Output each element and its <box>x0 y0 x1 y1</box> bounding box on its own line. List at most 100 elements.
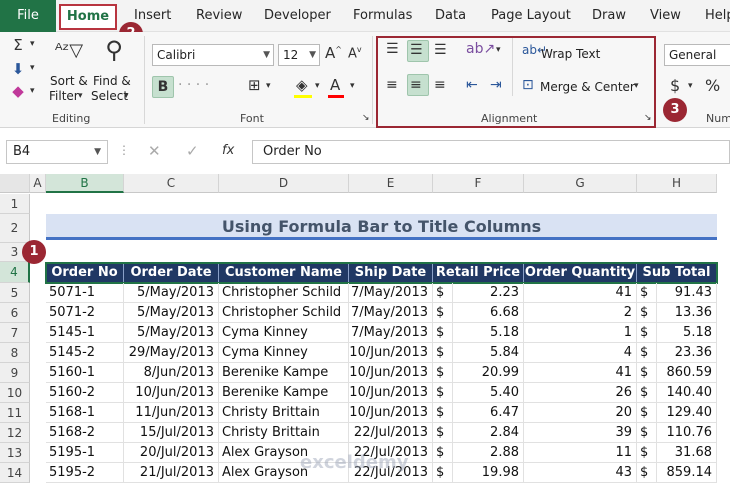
cell-order-date[interactable]: 5/May/2013 <box>124 323 219 343</box>
cell-sub-total[interactable]: 23.36 <box>657 343 717 363</box>
tab-help[interactable]: Help <box>705 0 730 32</box>
cell-retail-price[interactable]: 6.68 <box>453 303 524 323</box>
cell-sub-total[interactable]: 110.76 <box>657 423 717 443</box>
cell-ship-date[interactable]: 22/Jul/2013 <box>349 423 433 443</box>
cell-order-quantity[interactable]: 41 <box>524 363 637 383</box>
row-header-9[interactable]: 9 <box>0 363 30 383</box>
tab-review[interactable]: Review <box>196 0 242 32</box>
cell-retail-price[interactable]: 20.99 <box>453 363 524 383</box>
enter-check-icon[interactable]: ✓ <box>186 144 199 159</box>
column-header-d[interactable]: D <box>219 174 349 193</box>
sort-filter-icon[interactable]: ᴬᶻ▽ <box>52 42 86 60</box>
chevron-down-icon[interactable]: ▾ <box>266 82 271 91</box>
dialog-launcher-icon[interactable]: ↘ <box>362 114 370 123</box>
fill-icon[interactable]: ⬇ <box>8 62 28 77</box>
row-header-7[interactable]: 7 <box>0 323 30 343</box>
cell-order-date[interactable]: 11/Jun/2013 <box>124 403 219 423</box>
select-all-corner[interactable] <box>0 174 30 193</box>
column-header-c[interactable]: C <box>124 174 219 193</box>
tab-file[interactable]: File <box>0 0 56 32</box>
cell-order-quantity[interactable]: 20 <box>524 403 637 423</box>
cell-order-date[interactable]: 15/Jul/2013 <box>124 423 219 443</box>
row-header-1[interactable]: 1 <box>0 194 30 214</box>
font-color-icon[interactable]: A <box>330 78 340 93</box>
cell-order-no[interactable]: 5160-1 <box>46 363 124 383</box>
sheet-title[interactable]: Using Formula Bar to Title Columns <box>46 214 717 240</box>
autosum-icon[interactable]: Σ <box>8 38 28 53</box>
cell-retail-price-currency[interactable]: $ <box>433 383 453 403</box>
column-header-f[interactable]: F <box>433 174 524 193</box>
cell-retail-price-currency[interactable]: $ <box>433 303 453 323</box>
cell-retail-price[interactable]: 6.47 <box>453 403 524 423</box>
chevron-down-icon[interactable]: ▾ <box>350 82 355 91</box>
row-header-4[interactable]: 4 <box>0 262 30 283</box>
cell-customer-name[interactable]: Christy Brittain <box>219 403 349 423</box>
cell-sub-total-currency[interactable]: $ <box>637 323 657 343</box>
row-header-12[interactable]: 12 <box>0 423 30 443</box>
row-header-14[interactable]: 14 <box>0 463 30 483</box>
cell-order-no[interactable]: 5145-2 <box>46 343 124 363</box>
tab-draw[interactable]: Draw <box>592 0 626 32</box>
row-header-10[interactable]: 10 <box>0 383 30 403</box>
insert-function-icon[interactable]: fx <box>222 144 234 157</box>
cell-sub-total[interactable]: 13.36 <box>657 303 717 323</box>
cell-retail-price-currency[interactable]: $ <box>433 463 453 483</box>
decrease-font-icon[interactable]: Av <box>348 46 362 61</box>
cell-sub-total[interactable]: 129.40 <box>657 403 717 423</box>
cell-retail-price-currency[interactable]: $ <box>433 423 453 443</box>
cell-retail-price-currency[interactable]: $ <box>433 283 453 303</box>
cell-customer-name[interactable]: Cyma Kinney <box>219 343 349 363</box>
font-name-dropdown[interactable]: Calibri ▼ <box>152 44 274 66</box>
cell-ship-date[interactable]: 7/May/2013 <box>349 283 433 303</box>
cell-order-quantity[interactable]: 26 <box>524 383 637 403</box>
cell-order-date[interactable]: 10/Jun/2013 <box>124 383 219 403</box>
cell-retail-price-currency[interactable]: $ <box>433 323 453 343</box>
tab-home[interactable]: Home <box>59 4 117 30</box>
sort-filter-label-2[interactable]: Filter <box>49 89 79 103</box>
clear-eraser-icon[interactable]: ◆ <box>8 84 28 99</box>
cell-retail-price[interactable]: 2.88 <box>453 443 524 463</box>
cell-order-date[interactable]: 29/May/2013 <box>124 343 219 363</box>
row-header-13[interactable]: 13 <box>0 443 30 463</box>
cell-sub-total[interactable]: 31.68 <box>657 443 717 463</box>
cell-sub-total-currency[interactable]: $ <box>637 383 657 403</box>
formula-input[interactable]: Order No <box>252 140 730 164</box>
chevron-down-icon[interactable]: ▾ <box>688 82 693 91</box>
cell-ship-date[interactable]: 10/Jun/2013 <box>349 343 433 363</box>
row-header-8[interactable]: 8 <box>0 343 30 363</box>
cell-order-quantity[interactable]: 41 <box>524 283 637 303</box>
chevron-down-icon[interactable]: ▾ <box>30 64 35 73</box>
column-header-g[interactable]: G <box>524 174 637 193</box>
font-size-dropdown[interactable]: 12 ▼ <box>278 44 320 66</box>
percent-button[interactable]: % <box>705 78 720 94</box>
tab-view[interactable]: View <box>650 0 681 32</box>
chevron-down-icon[interactable]: ▾ <box>30 40 35 49</box>
cell-order-quantity[interactable]: 2 <box>524 303 637 323</box>
currency-button[interactable]: $ <box>670 78 680 94</box>
cell-customer-name[interactable]: Berenike Kampe <box>219 383 349 403</box>
cell-customer-name[interactable]: Christy Brittain <box>219 423 349 443</box>
tab-page-layout[interactable]: Page Layout <box>491 0 571 32</box>
cell-order-date[interactable]: 5/May/2013 <box>124 303 219 323</box>
row-header-2[interactable]: 2 <box>0 214 30 243</box>
cell-retail-price-currency[interactable]: $ <box>433 363 453 383</box>
tab-developer[interactable]: Developer <box>264 0 331 32</box>
cell-sub-total-currency[interactable]: $ <box>637 303 657 323</box>
cell-order-quantity[interactable]: 11 <box>524 443 637 463</box>
tab-data[interactable]: Data <box>435 0 466 32</box>
cell-retail-price-currency[interactable]: $ <box>433 443 453 463</box>
column-header-b[interactable]: B <box>46 174 124 193</box>
cell-retail-price[interactable]: 19.98 <box>453 463 524 483</box>
cell-order-date[interactable]: 20/Jul/2013 <box>124 443 219 463</box>
cell-retail-price-currency[interactable]: $ <box>433 403 453 423</box>
name-box[interactable]: B4 ▼ <box>6 140 108 164</box>
increase-font-icon[interactable]: A^ <box>325 46 342 61</box>
column-header-a[interactable]: A <box>30 174 46 193</box>
chevron-down-icon[interactable]: ▾ <box>315 82 320 91</box>
cell-order-no[interactable]: 5071-1 <box>46 283 124 303</box>
cell-sub-total[interactable]: 859.14 <box>657 463 717 483</box>
column-header-h[interactable]: H <box>637 174 717 193</box>
row-header-6[interactable]: 6 <box>0 303 30 323</box>
cell-retail-price[interactable]: 5.40 <box>453 383 524 403</box>
cell-ship-date[interactable]: 10/Jun/2013 <box>349 383 433 403</box>
